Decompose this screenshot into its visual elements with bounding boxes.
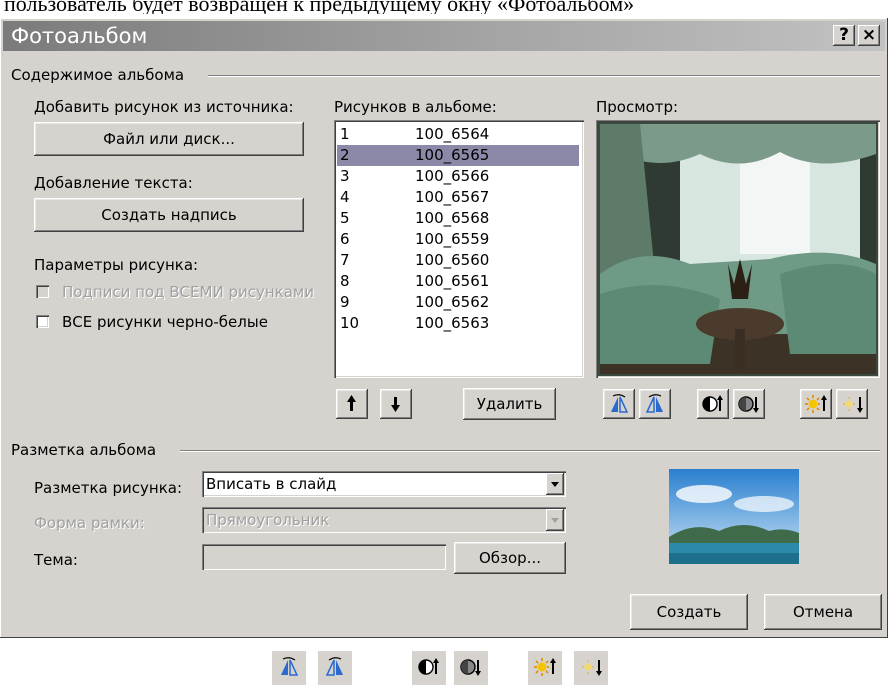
album-list-label: Рисунков в альбоме: [334, 98, 497, 116]
contrast-down-icon [738, 396, 759, 413]
brightness-down-icon [574, 651, 608, 685]
brightness-up-icon [805, 395, 827, 413]
preview-pane [596, 120, 880, 378]
content-group-title: Содержимое альбома [11, 66, 185, 84]
rotate-left-icon [611, 394, 629, 413]
theme-label: Тема: [34, 551, 78, 569]
add-text-label: Добавление текста: [34, 174, 193, 192]
file-or-disk-button-label: Файл или диск... [103, 130, 235, 148]
captions-checkbox-label: Подписи под ВСЕМИ рисунками [62, 283, 314, 301]
picture-params-label: Параметры рисунка: [34, 256, 199, 274]
black-white-checkbox-label: ВСЕ рисунки черно-белые [62, 313, 268, 331]
list-item-name: 100_6568 [415, 209, 490, 227]
list-item[interactable]: 7 100_6560 [337, 250, 579, 271]
list-item[interactable]: 1 100_6564 [337, 124, 579, 145]
caption-text: пользователь будет возвращен к предыдуще… [4, 0, 635, 14]
brightness-down-icon [843, 397, 863, 413]
contrast-up-icon [412, 651, 446, 685]
list-item-number: 7 [340, 251, 350, 269]
title-bar: Фотоальбом ? × [3, 21, 885, 51]
list-item-number: 10 [340, 314, 360, 332]
list-item-name: 100_6566 [415, 167, 490, 185]
preview-label: Просмотр: [596, 98, 679, 116]
black-white-checkbox[interactable] [36, 315, 49, 328]
list-item-number: 6 [340, 230, 350, 248]
create-button-label: Создать [656, 603, 722, 621]
list-item[interactable]: 8 100_6561 [337, 271, 579, 292]
contrast-down-button[interactable] [733, 389, 765, 419]
brightness-up-icon [528, 651, 562, 685]
list-item-name: 100_6562 [415, 293, 490, 311]
browse-button-label: Обзор... [478, 549, 542, 567]
list-item[interactable]: 4 100_6567 [337, 187, 579, 208]
add-picture-label: Добавить рисунок из источника: [34, 98, 294, 116]
group-divider [180, 450, 880, 452]
frame-shape-value: Прямоугольник [206, 511, 330, 529]
list-item-name: 100_6563 [415, 314, 490, 332]
arrow-up-icon [347, 395, 356, 411]
brightness-down-button[interactable] [836, 389, 868, 419]
theme-input[interactable] [202, 544, 446, 570]
close-button[interactable]: × [858, 25, 880, 46]
frame-shape-label: Форма рамки: [34, 514, 145, 532]
picture-layout-value: Вписать в слайд [206, 475, 337, 493]
list-item-name: 100_6564 [415, 125, 490, 143]
chevron-down-icon[interactable] [546, 509, 564, 531]
list-item-name: 100_6561 [415, 272, 490, 290]
arrow-down-icon [391, 397, 400, 412]
list-item-number: 9 [340, 293, 350, 311]
list-item[interactable]: 2 100_6565 [337, 145, 579, 166]
rotate-right-icon [645, 394, 663, 413]
list-item-number: 5 [340, 209, 350, 227]
list-item-number: 8 [340, 272, 350, 290]
frame-shape-select[interactable]: Прямоугольник [202, 507, 566, 533]
help-button[interactable]: ? [833, 25, 855, 46]
create-caption-button-label: Создать надпись [101, 206, 237, 224]
move-down-button[interactable] [380, 389, 412, 419]
list-item-name: 100_6567 [415, 188, 490, 206]
rotate-right-icon [318, 651, 352, 685]
cancel-button[interactable]: Отмена [764, 594, 882, 630]
list-item[interactable]: 3 100_6566 [337, 166, 579, 187]
contrast-up-icon [702, 395, 723, 412]
list-item-name: 100_6559 [415, 230, 490, 248]
list-item-name: 100_6560 [415, 251, 490, 269]
picture-layout-label: Разметка рисунка: [34, 479, 183, 497]
list-item-number: 1 [340, 125, 350, 143]
rotate-right-button[interactable] [639, 389, 671, 419]
list-item-name: 100_6565 [415, 146, 490, 164]
brightness-up-button[interactable] [800, 389, 832, 419]
layout-preview-image [669, 469, 799, 564]
list-item-number: 4 [340, 188, 350, 206]
list-item-number: 3 [340, 167, 350, 185]
rotate-left-button[interactable] [603, 389, 635, 419]
list-item-number: 2 [340, 146, 350, 164]
chevron-down-icon[interactable] [546, 473, 564, 495]
group-divider [208, 75, 880, 77]
contrast-down-icon [454, 651, 488, 685]
create-caption-button[interactable]: Создать надпись [34, 198, 304, 232]
list-item[interactable]: 5 100_6568 [337, 208, 579, 229]
rotate-left-icon [272, 651, 306, 685]
captions-checkbox[interactable] [36, 285, 49, 298]
photo-album-dialog: Фотоальбом ? × Содержимое альбома Добави… [0, 18, 888, 638]
cancel-button-label: Отмена [792, 603, 854, 621]
create-button[interactable]: Создать [630, 594, 748, 630]
list-item[interactable]: 6 100_6559 [337, 229, 579, 250]
picture-layout-select[interactable]: Вписать в слайд [202, 471, 566, 497]
browse-button[interactable]: Обзор... [454, 542, 566, 574]
album-picture-list[interactable]: 1 100_6564 2 100_6565 3 100_6566 4 100_6567 5 100… [334, 120, 584, 378]
list-item[interactable]: 9 100_6562 [337, 292, 579, 313]
preview-photo-image [600, 124, 876, 374]
layout-group-title: Разметка альбома [11, 441, 157, 459]
list-item[interactable]: 10 100_6563 [337, 313, 579, 334]
move-up-button[interactable] [336, 389, 368, 419]
file-or-disk-button[interactable]: Файл или диск... [34, 122, 304, 156]
delete-button[interactable]: Удалить [463, 388, 556, 420]
window-title: Фотоальбом [11, 24, 148, 48]
delete-button-label: Удалить [476, 395, 543, 413]
contrast-up-button[interactable] [697, 389, 729, 419]
